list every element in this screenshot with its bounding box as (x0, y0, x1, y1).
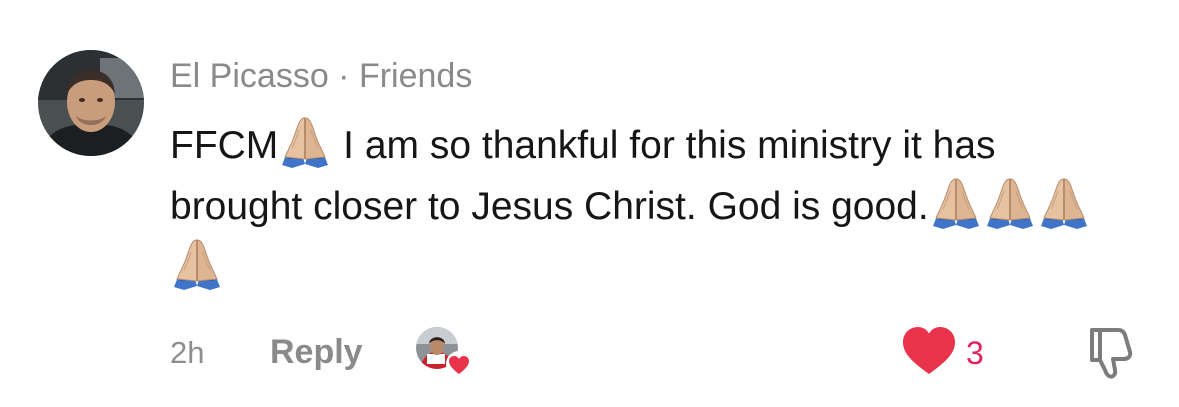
dislike-button[interactable] (1082, 326, 1134, 380)
comment-text: FFCM I am so thankful for this ministry … (170, 114, 1130, 297)
header-separator: · (328, 57, 359, 95)
folded-hands-icon (985, 175, 1035, 231)
thumbs-down-icon (1090, 328, 1133, 379)
heart-icon (903, 327, 955, 374)
folded-hands-icon (1039, 175, 1089, 231)
folded-hands-icon (172, 236, 222, 292)
comment-text-part-1: FFCM (170, 124, 279, 167)
like-count: 3 (966, 335, 984, 371)
folded-hands-icon (280, 114, 330, 170)
folded-hands-icon (931, 175, 981, 231)
relationship-label: Friends (358, 57, 473, 95)
comment-timestamp: 2h (170, 335, 205, 370)
like-button[interactable] (901, 326, 957, 376)
author-name[interactable]: El Picasso (170, 57, 329, 95)
author-liked-avatar[interactable] (415, 326, 473, 378)
commenter-avatar[interactable] (38, 50, 144, 156)
comment-header: El Picasso · Friends (170, 56, 472, 96)
reply-button[interactable]: Reply (270, 331, 363, 373)
